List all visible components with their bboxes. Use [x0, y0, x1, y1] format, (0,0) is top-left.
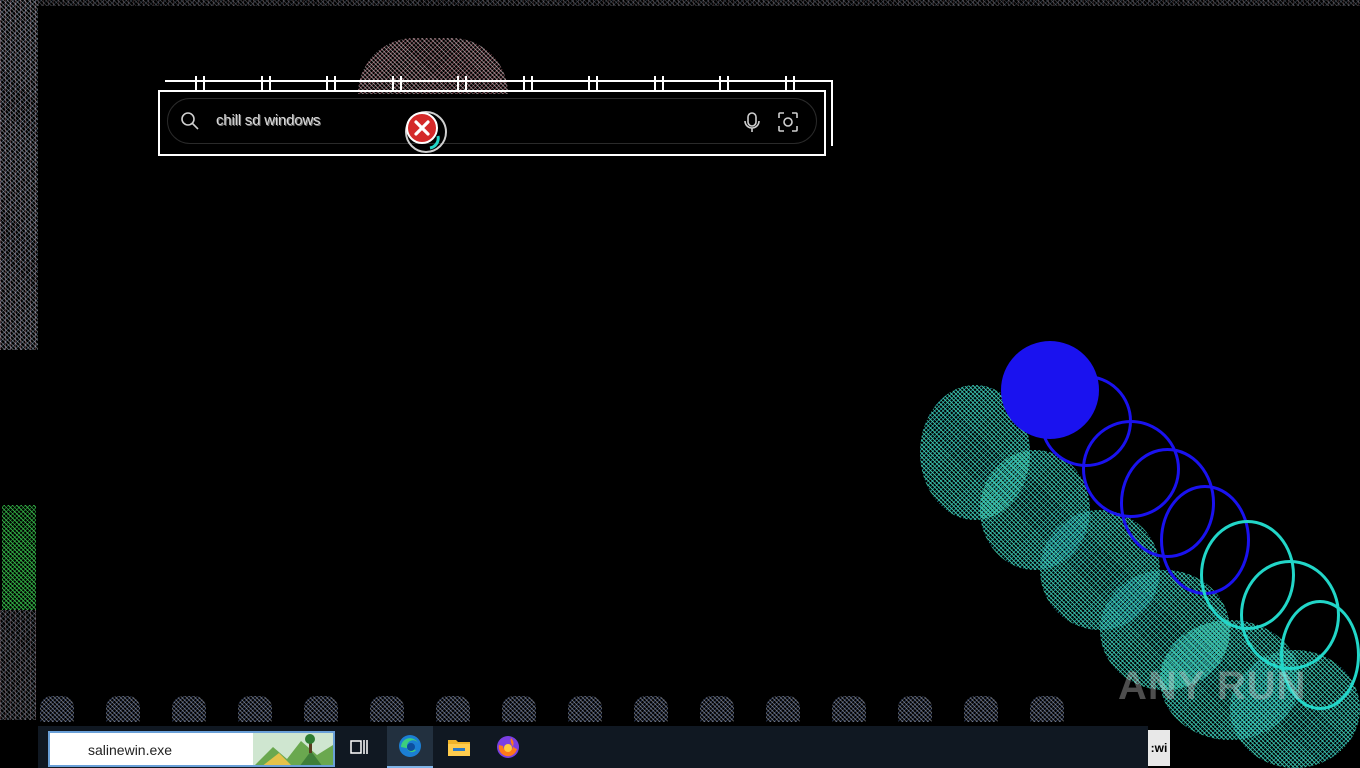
search-highlight-icon	[253, 733, 333, 765]
glitch-noise-left-bottom	[0, 610, 36, 720]
ghost-icon	[634, 696, 668, 722]
visual-search-icon[interactable]	[776, 110, 800, 134]
edge-taskbar-button[interactable]	[387, 726, 433, 768]
task-view-button[interactable]	[336, 726, 382, 768]
ghost-icon	[304, 696, 338, 722]
ghost-icon	[832, 696, 866, 722]
glitch-noise-green	[2, 505, 36, 610]
taskbar-search-box[interactable]: salinewin.exe	[48, 731, 335, 767]
firefox-icon	[497, 736, 519, 758]
error-x-icon	[405, 111, 447, 153]
firefox-taskbar-button[interactable]	[485, 726, 531, 768]
ghost-icon	[766, 696, 800, 722]
taskbar: salinewin.exe	[38, 726, 1148, 768]
task-view-icon	[350, 740, 368, 754]
microphone-icon[interactable]	[740, 110, 764, 134]
search-query-text[interactable]: chill sd windows	[216, 112, 321, 129]
ghost-icon	[964, 696, 998, 722]
desktop-screen: chill sd windows ANY RUN salinewin.exe:…	[0, 0, 1360, 768]
ghost-icon	[40, 696, 74, 722]
ghost-icon-row	[40, 696, 1140, 726]
ghost-icon	[700, 696, 734, 722]
ghost-icon	[502, 696, 536, 722]
ghost-icon	[898, 696, 932, 722]
file-explorer-taskbar-button[interactable]	[436, 726, 482, 768]
taskbar-search-text[interactable]: salinewin.exe	[88, 742, 172, 758]
ghost-icon	[370, 696, 404, 722]
blue-orb	[1001, 341, 1099, 439]
tray-partial-text: :wi	[1148, 730, 1170, 766]
glitch-noise-top	[38, 0, 1360, 6]
ghost-icon	[1030, 696, 1064, 722]
folder-icon	[448, 740, 470, 756]
ghost-icon	[238, 696, 272, 722]
search-icon	[181, 112, 199, 130]
edge-icon	[399, 735, 421, 757]
glitch-noise-left	[0, 0, 38, 350]
ghost-icon	[568, 696, 602, 722]
ghost-icon	[106, 696, 140, 722]
search-bar[interactable]: chill sd windows	[167, 98, 817, 144]
ghost-icon	[172, 696, 206, 722]
ghost-icon	[436, 696, 470, 722]
watermark-text: ANY RUN	[1118, 664, 1307, 708]
